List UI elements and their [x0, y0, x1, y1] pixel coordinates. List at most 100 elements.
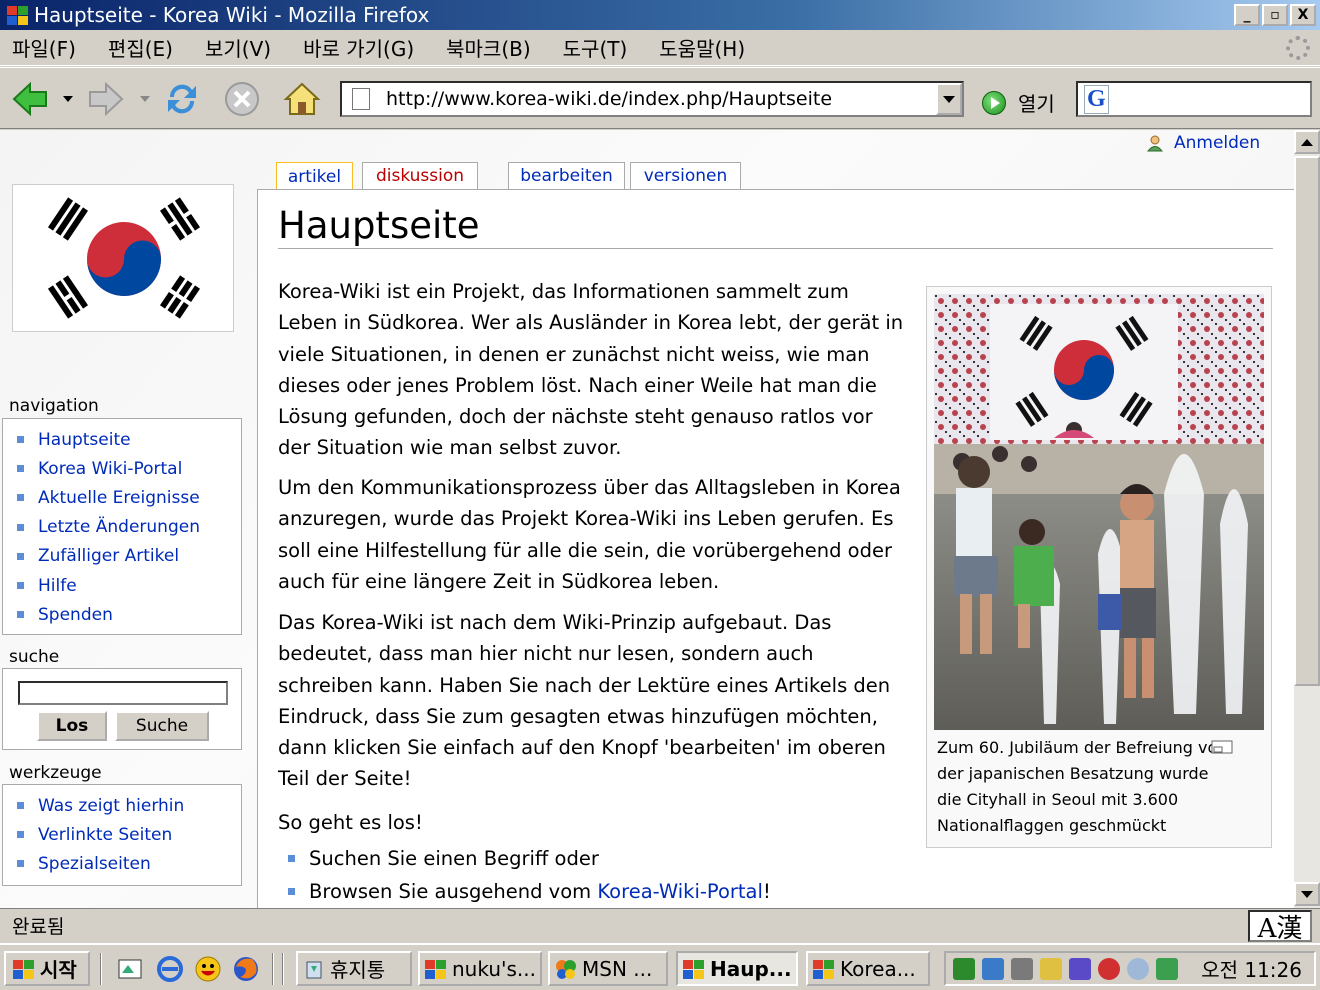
security-tray-icon[interactable] [1098, 957, 1120, 980]
start-button[interactable]: 시작 [4, 951, 90, 986]
taskbar-button-hauptseite[interactable]: Haup... [676, 951, 798, 986]
minimize-button[interactable]: _ [1234, 4, 1260, 26]
go-button[interactable]: 열기 [982, 88, 1055, 117]
tab-diskussion[interactable]: diskussion [362, 162, 478, 189]
volume-icon[interactable] [1040, 957, 1062, 980]
korean-flag-logo-icon [47, 197, 201, 319]
bullet-icon [17, 831, 24, 839]
title-bar[interactable]: Hauptseite - Korea Wiki - Mozilla Firefo… [0, 0, 1320, 30]
web-search-box[interactable]: G [1076, 81, 1312, 117]
tools-item-special-pages[interactable]: Spezialseiten [17, 849, 241, 878]
clock[interactable]: 오전 11:26 [1201, 954, 1302, 983]
status-text: 완료됨 [12, 916, 65, 938]
taskbar-separator [282, 953, 284, 985]
search-input[interactable] [18, 681, 228, 705]
arrow-down-icon [1301, 890, 1313, 898]
display-tray-icon[interactable] [1069, 957, 1091, 980]
back-button[interactable] [10, 80, 50, 118]
antivirus-tray-icon[interactable] [1011, 957, 1033, 980]
navigation-portlet: Hauptseite Korea Wiki-Portal Aktuelle Er… [2, 418, 242, 635]
page-icon [352, 88, 370, 110]
forward-history-dropdown[interactable] [140, 96, 150, 102]
google-search-engine-icon[interactable]: G [1084, 84, 1109, 114]
search-fulltext-button[interactable]: Suche [115, 711, 209, 741]
back-arrow-icon [12, 81, 47, 117]
chevron-down-icon [943, 95, 955, 103]
home-button[interactable] [282, 80, 322, 118]
forward-arrow-icon [89, 81, 124, 117]
getting-started-list: Suchen Sie einen Begriff oder Browsen Si… [278, 842, 908, 908]
internet-explorer-icon[interactable] [156, 955, 184, 983]
taskbar-button-msn[interactable]: MSN ... [548, 951, 668, 986]
system-tray: 오전 11:26 [944, 951, 1316, 986]
getting-started-text: So geht es los! [278, 811, 423, 834]
ime-indicator[interactable]: A漢 [1248, 910, 1312, 944]
scroll-down-button[interactable] [1294, 882, 1320, 906]
recycle-bin-icon [302, 958, 326, 980]
menu-bookmarks[interactable]: 북마크(B) [446, 33, 531, 62]
search-go-button[interactable]: Los [37, 711, 107, 741]
menu-help[interactable]: 도움말(H) [659, 33, 745, 62]
messenger-tray-icon[interactable] [1127, 957, 1149, 980]
menu-file[interactable]: 파일(F) [12, 33, 76, 62]
nav-item-donate[interactable]: Spenden [17, 600, 241, 629]
login-label[interactable]: Anmelden [1174, 133, 1260, 153]
tools-item-related-changes[interactable]: Verlinkte Seiten [17, 820, 241, 849]
enlarge-icon[interactable] [1211, 739, 1233, 754]
wiki-principle-paragraph: Das Korea-Wiki ist nach dem Wiki-Prinzip… [278, 611, 891, 791]
taskbar-button-korea[interactable]: Korea... [806, 951, 930, 986]
firefox-window-icon [682, 958, 706, 980]
scroll-up-button[interactable] [1294, 130, 1320, 154]
arrow-up-icon [1301, 138, 1313, 146]
site-logo[interactable] [12, 184, 234, 332]
url-dropdown-button[interactable] [936, 83, 962, 115]
list-item: Browsen Sie ausgehend vom Korea-Wiki-Por… [278, 875, 908, 908]
url-text[interactable]: http://www.korea-wiki.de/index.php/Haupt… [386, 88, 832, 110]
reload-button[interactable] [162, 80, 202, 118]
search-title: suche [9, 647, 60, 667]
stop-button[interactable] [222, 80, 262, 118]
nav-item-portal[interactable]: Korea Wiki-Portal [17, 454, 241, 483]
tab-versionen[interactable]: versionen [630, 162, 741, 189]
show-desktop-icon[interactable] [116, 955, 144, 983]
nav-item-random-article[interactable]: Zufälliger Artikel [17, 542, 241, 571]
messenger-smiley-icon[interactable] [194, 955, 222, 983]
user-icon [1146, 134, 1164, 152]
nav-item-current-events[interactable]: Aktuelle Ereignisse [17, 483, 241, 512]
menu-edit[interactable]: 편집(E) [108, 33, 173, 62]
ime-tray-icon[interactable] [953, 957, 975, 980]
search-portlet: Los Suche [2, 668, 242, 750]
korea-wiki-portal-link[interactable]: Korea-Wiki-Portal [597, 880, 763, 903]
url-bar[interactable]: http://www.korea-wiki.de/index.php/Haupt… [340, 81, 964, 117]
menu-go[interactable]: 바로 가기(G) [303, 33, 414, 62]
firefox-icon[interactable] [232, 955, 260, 983]
close-button[interactable]: X [1290, 4, 1316, 26]
forward-button[interactable] [86, 80, 126, 118]
vertical-scrollbar[interactable] [1294, 130, 1320, 908]
cityhall-flags-photo[interactable] [934, 294, 1264, 730]
firefox-window-icon [812, 958, 836, 980]
bullet-icon [288, 888, 295, 895]
user-tray-icon[interactable] [1156, 957, 1178, 980]
taskbar-button-nuku[interactable]: nuku's... [418, 951, 542, 986]
maximize-button[interactable]: ▫ [1262, 4, 1288, 26]
network-tray-icon[interactable] [982, 957, 1004, 980]
nav-item-hauptseite[interactable]: Hauptseite [17, 425, 241, 454]
nav-item-help[interactable]: Hilfe [17, 571, 241, 600]
heading-divider [278, 248, 1273, 249]
list-item: Suchen Sie einen Begriff oder [278, 842, 908, 875]
menu-tools[interactable]: 도구(T) [563, 33, 628, 62]
login-link[interactable]: Anmelden [1146, 133, 1260, 153]
taskbar: 시작 휴지통 nuku's... MSN ... Haup... Korea..… [0, 943, 1320, 990]
stop-icon [225, 82, 259, 116]
tools-title: werkzeuge [9, 763, 102, 783]
bullet-icon [17, 582, 24, 590]
tab-bearbeiten[interactable]: bearbeiten [508, 162, 625, 189]
tab-artikel[interactable]: artikel [276, 162, 353, 190]
tools-item-whatlinkshere[interactable]: Was zeigt hierhin [17, 791, 241, 820]
scroll-thumb[interactable] [1294, 156, 1320, 686]
nav-item-recent-changes[interactable]: Letzte Änderungen [17, 513, 241, 542]
taskbar-button-recycle-bin[interactable]: 휴지통 [296, 951, 412, 986]
back-history-dropdown[interactable] [63, 96, 73, 102]
menu-view[interactable]: 보기(V) [205, 33, 271, 62]
